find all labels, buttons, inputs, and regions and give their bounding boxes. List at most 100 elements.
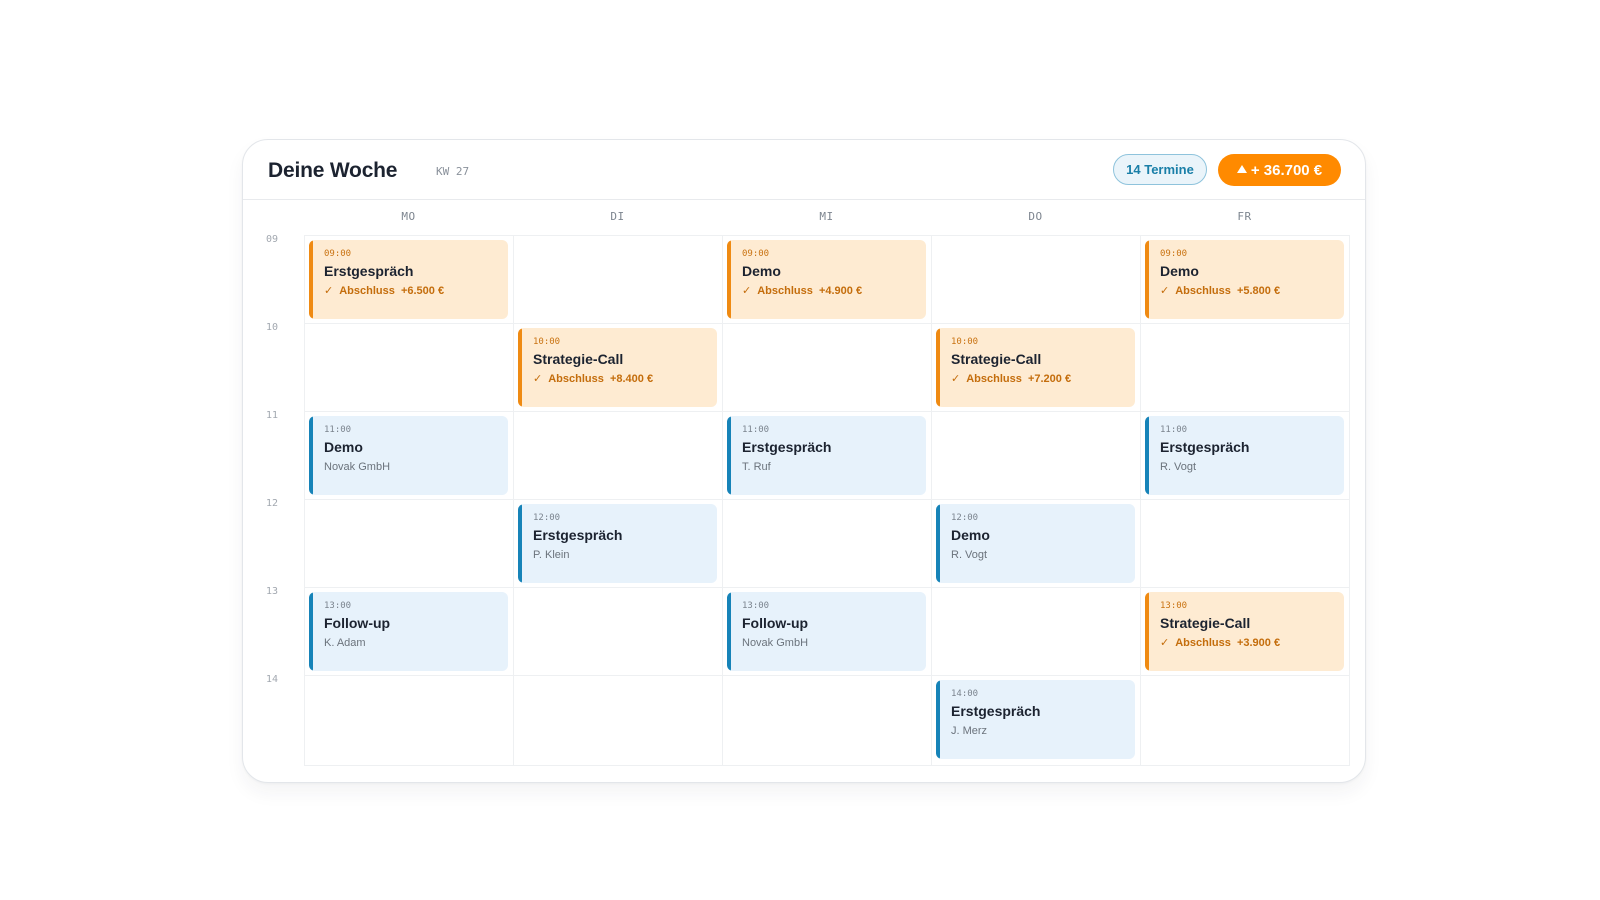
grid-column-divider bbox=[513, 236, 514, 765]
event-title: Erstgespräch bbox=[742, 439, 832, 455]
hour-label-10: 10 bbox=[266, 322, 279, 333]
event-title: Erstgespräch bbox=[951, 703, 1041, 719]
event-deal-result: ✓ Abschluss +3.900 € bbox=[1160, 636, 1334, 650]
appointments-count-badge[interactable]: 14 Termine bbox=[1113, 154, 1207, 185]
day-header-do: DO bbox=[1028, 210, 1043, 223]
event-title: Erstgespräch bbox=[1160, 439, 1250, 455]
event-time: 09:00 bbox=[1160, 249, 1188, 259]
event-subtitle: J. Merz bbox=[951, 725, 988, 737]
event-card-appointment[interactable]: 13:00 Follow-up K. Adam bbox=[309, 592, 508, 671]
event-subtitle: Abschluss +3.900 € bbox=[1175, 637, 1281, 649]
event-title: Follow-up bbox=[324, 615, 391, 631]
hour-label-12: 12 bbox=[266, 498, 279, 509]
event-contact: P. Klein bbox=[533, 548, 707, 562]
event-title: Strategie-Call bbox=[951, 351, 1042, 367]
event-subtitle: Novak GmbH bbox=[742, 637, 809, 649]
event-title: Erstgespräch bbox=[533, 527, 623, 543]
check-icon: ✓ bbox=[1160, 637, 1170, 649]
event-card-appointment[interactable]: 13:00 Follow-up Novak GmbH bbox=[727, 592, 926, 671]
event-time: 11:00 bbox=[1160, 425, 1188, 435]
event-subtitle: Abschluss +6.500 € bbox=[339, 285, 445, 297]
check-icon: ✓ bbox=[533, 373, 543, 385]
event-title: Strategie-Call bbox=[533, 351, 624, 367]
event-card-appointment[interactable]: 11:00 Demo Novak GmbH bbox=[309, 416, 508, 495]
event-contact: K. Adam bbox=[324, 636, 498, 650]
event-time: 09:00 bbox=[742, 249, 770, 259]
event-subtitle: Abschluss +5.800 € bbox=[1175, 285, 1281, 297]
event-time: 11:00 bbox=[324, 425, 352, 435]
event-card-closed-deal[interactable]: 09:00 Erstgespräch ✓ Abschluss +6.500 € bbox=[309, 240, 508, 319]
hour-label-14: 14 bbox=[266, 674, 279, 685]
event-contact: Novak GmbH bbox=[324, 460, 498, 474]
event-card-appointment[interactable]: 12:00 Demo R. Vogt bbox=[936, 504, 1135, 583]
grid-column-divider bbox=[722, 236, 723, 765]
event-card-closed-deal[interactable]: 10:00 Strategie-Call ✓ Abschluss +7.200 € bbox=[936, 328, 1135, 407]
hour-label-13: 13 bbox=[266, 586, 279, 597]
event-card-appointment[interactable]: 11:00 Erstgespräch R. Vogt bbox=[1145, 416, 1344, 495]
event-card-appointment[interactable]: 11:00 Erstgespräch T. Ruf bbox=[727, 416, 926, 495]
event-contact: R. Vogt bbox=[951, 548, 1125, 562]
grid-row-divider bbox=[305, 499, 1349, 500]
calendar-grid: 09:00 Erstgespräch ✓ Abschluss +6.500 €09:0… bbox=[304, 235, 1350, 766]
grid-column-divider bbox=[931, 236, 932, 765]
event-card-closed-deal[interactable]: 09:00 Demo ✓ Abschluss +5.800 € bbox=[1145, 240, 1344, 319]
event-title: Demo bbox=[951, 527, 990, 543]
event-time: 12:00 bbox=[533, 513, 561, 523]
event-deal-result: ✓ Abschluss +7.200 € bbox=[951, 372, 1125, 386]
event-subtitle: R. Vogt bbox=[951, 549, 988, 561]
event-title: Demo bbox=[324, 439, 363, 455]
event-card-appointment[interactable]: 14:00 Erstgespräch J. Merz bbox=[936, 680, 1135, 759]
week-number-label: KW 27 bbox=[436, 165, 470, 178]
event-time: 10:00 bbox=[533, 337, 561, 347]
event-contact: J. Merz bbox=[951, 724, 1125, 738]
check-icon: ✓ bbox=[324, 285, 334, 297]
event-contact: Novak GmbH bbox=[742, 636, 916, 650]
event-deal-result: ✓ Abschluss +8.400 € bbox=[533, 372, 707, 386]
grid-column-divider bbox=[1140, 236, 1141, 765]
page-title: Deine Woche bbox=[268, 159, 398, 182]
event-title: Strategie-Call bbox=[1160, 615, 1251, 631]
grid-row-divider bbox=[305, 587, 1349, 588]
check-icon: ✓ bbox=[742, 285, 752, 297]
event-subtitle: Novak GmbH bbox=[324, 461, 391, 473]
event-time: 12:00 bbox=[951, 513, 979, 523]
event-time: 10:00 bbox=[951, 337, 979, 347]
event-contact: R. Vogt bbox=[1160, 460, 1334, 474]
event-subtitle: R. Vogt bbox=[1160, 461, 1197, 473]
event-time: 13:00 bbox=[324, 601, 352, 611]
check-icon: ✓ bbox=[951, 373, 961, 385]
day-header-mi: MI bbox=[819, 210, 834, 223]
event-card-closed-deal[interactable]: 10:00 Strategie-Call ✓ Abschluss +8.400 € bbox=[518, 328, 717, 407]
event-subtitle: Abschluss +8.400 € bbox=[548, 373, 654, 385]
day-header-mo: MO bbox=[401, 210, 416, 223]
week-calendar-card: Deine Woche KW 27 14 Termine + 36.700 € … bbox=[242, 139, 1366, 783]
day-header-di: DI bbox=[610, 210, 625, 223]
event-deal-result: ✓ Abschluss +6.500 € bbox=[324, 284, 498, 298]
event-time: 13:00 bbox=[742, 601, 770, 611]
hour-label-09: 09 bbox=[266, 234, 279, 245]
check-icon: ✓ bbox=[1160, 285, 1170, 297]
event-subtitle: K. Adam bbox=[324, 637, 366, 649]
event-time: 14:00 bbox=[951, 689, 979, 699]
event-title: Erstgespräch bbox=[324, 263, 414, 279]
event-title: Follow-up bbox=[742, 615, 809, 631]
event-subtitle: T. Ruf bbox=[742, 461, 771, 473]
event-time: 09:00 bbox=[324, 249, 352, 259]
hour-label-11: 11 bbox=[266, 410, 279, 421]
revenue-badge[interactable]: + 36.700 € bbox=[1218, 154, 1341, 186]
day-header-fr: FR bbox=[1237, 210, 1252, 223]
event-time: 13:00 bbox=[1160, 601, 1188, 611]
event-card-closed-deal[interactable]: 13:00 Strategie-Call ✓ Abschluss +3.900 € bbox=[1145, 592, 1344, 671]
calendar-header: Deine Woche KW 27 14 Termine + 36.700 € bbox=[243, 140, 1365, 200]
event-time: 11:00 bbox=[742, 425, 770, 435]
event-card-appointment[interactable]: 12:00 Erstgespräch P. Klein bbox=[518, 504, 717, 583]
event-subtitle: P. Klein bbox=[533, 549, 570, 561]
event-contact: T. Ruf bbox=[742, 460, 916, 474]
grid-row-divider bbox=[305, 323, 1349, 324]
event-deal-result: ✓ Abschluss +5.800 € bbox=[1160, 284, 1334, 298]
event-card-closed-deal[interactable]: 09:00 Demo ✓ Abschluss +4.900 € bbox=[727, 240, 926, 319]
grid-row-divider bbox=[305, 675, 1349, 676]
event-subtitle: Abschluss +7.200 € bbox=[966, 373, 1072, 385]
grid-row-divider bbox=[305, 411, 1349, 412]
trend-up-icon bbox=[1236, 165, 1247, 173]
